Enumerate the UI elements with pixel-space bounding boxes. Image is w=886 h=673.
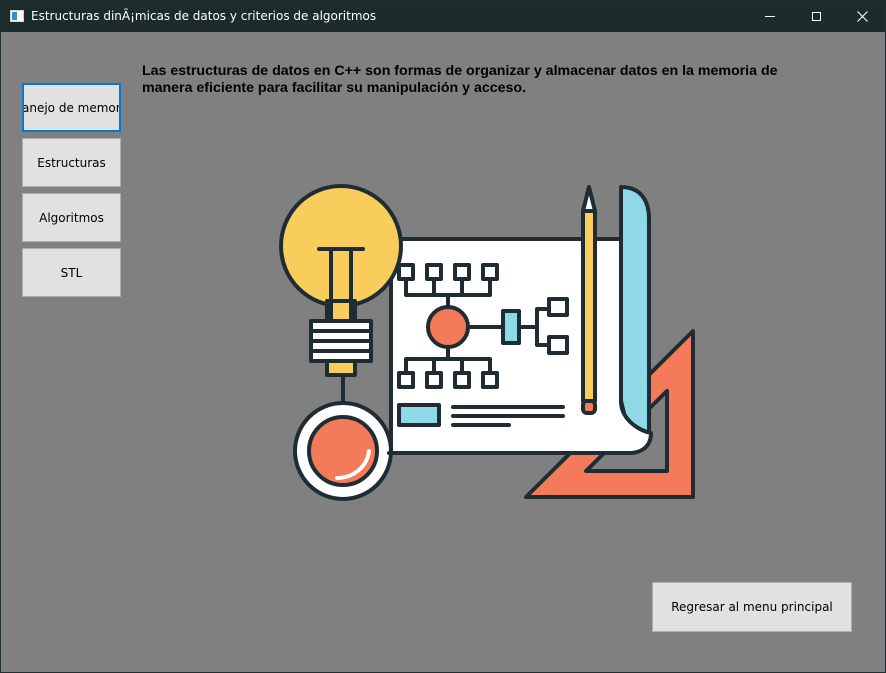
app-icon: [10, 10, 24, 22]
sidebar-item-stl[interactable]: STL: [22, 248, 121, 297]
sidebar-item-structures[interactable]: Estructuras: [22, 138, 121, 187]
back-to-menu-button[interactable]: Regresar al menu principal: [652, 582, 852, 632]
data-structures-illustration: [279, 184, 695, 501]
maximize-button[interactable]: [793, 1, 839, 32]
sidebar-item-label: Estructuras: [37, 155, 106, 170]
description-text: Las estructuras de datos en C++ son form…: [142, 63, 778, 96]
app-window: Estructuras dinÃ¡micas de datos y criter…: [0, 0, 886, 673]
title-bar[interactable]: Estructuras dinÃ¡micas de datos y criter…: [1, 1, 885, 32]
back-button-label: Regresar al menu principal: [671, 600, 833, 614]
close-icon: [856, 11, 868, 22]
minimize-button[interactable]: [747, 1, 793, 32]
sidebar-item-algorithms[interactable]: Algoritmos: [22, 193, 121, 242]
sidebar-item-label: STL: [60, 265, 83, 280]
close-button[interactable]: [839, 1, 885, 32]
sidebar-item-label: Algoritmos: [39, 210, 104, 225]
maximize-icon: [811, 12, 821, 21]
window-title: Estructuras dinÃ¡micas de datos y criter…: [31, 9, 377, 23]
sidebar-item-label: Manejo de memoria: [22, 100, 121, 115]
sidebar-item-memory[interactable]: Manejo de memoria: [22, 83, 121, 132]
minimize-icon: [765, 16, 775, 17]
